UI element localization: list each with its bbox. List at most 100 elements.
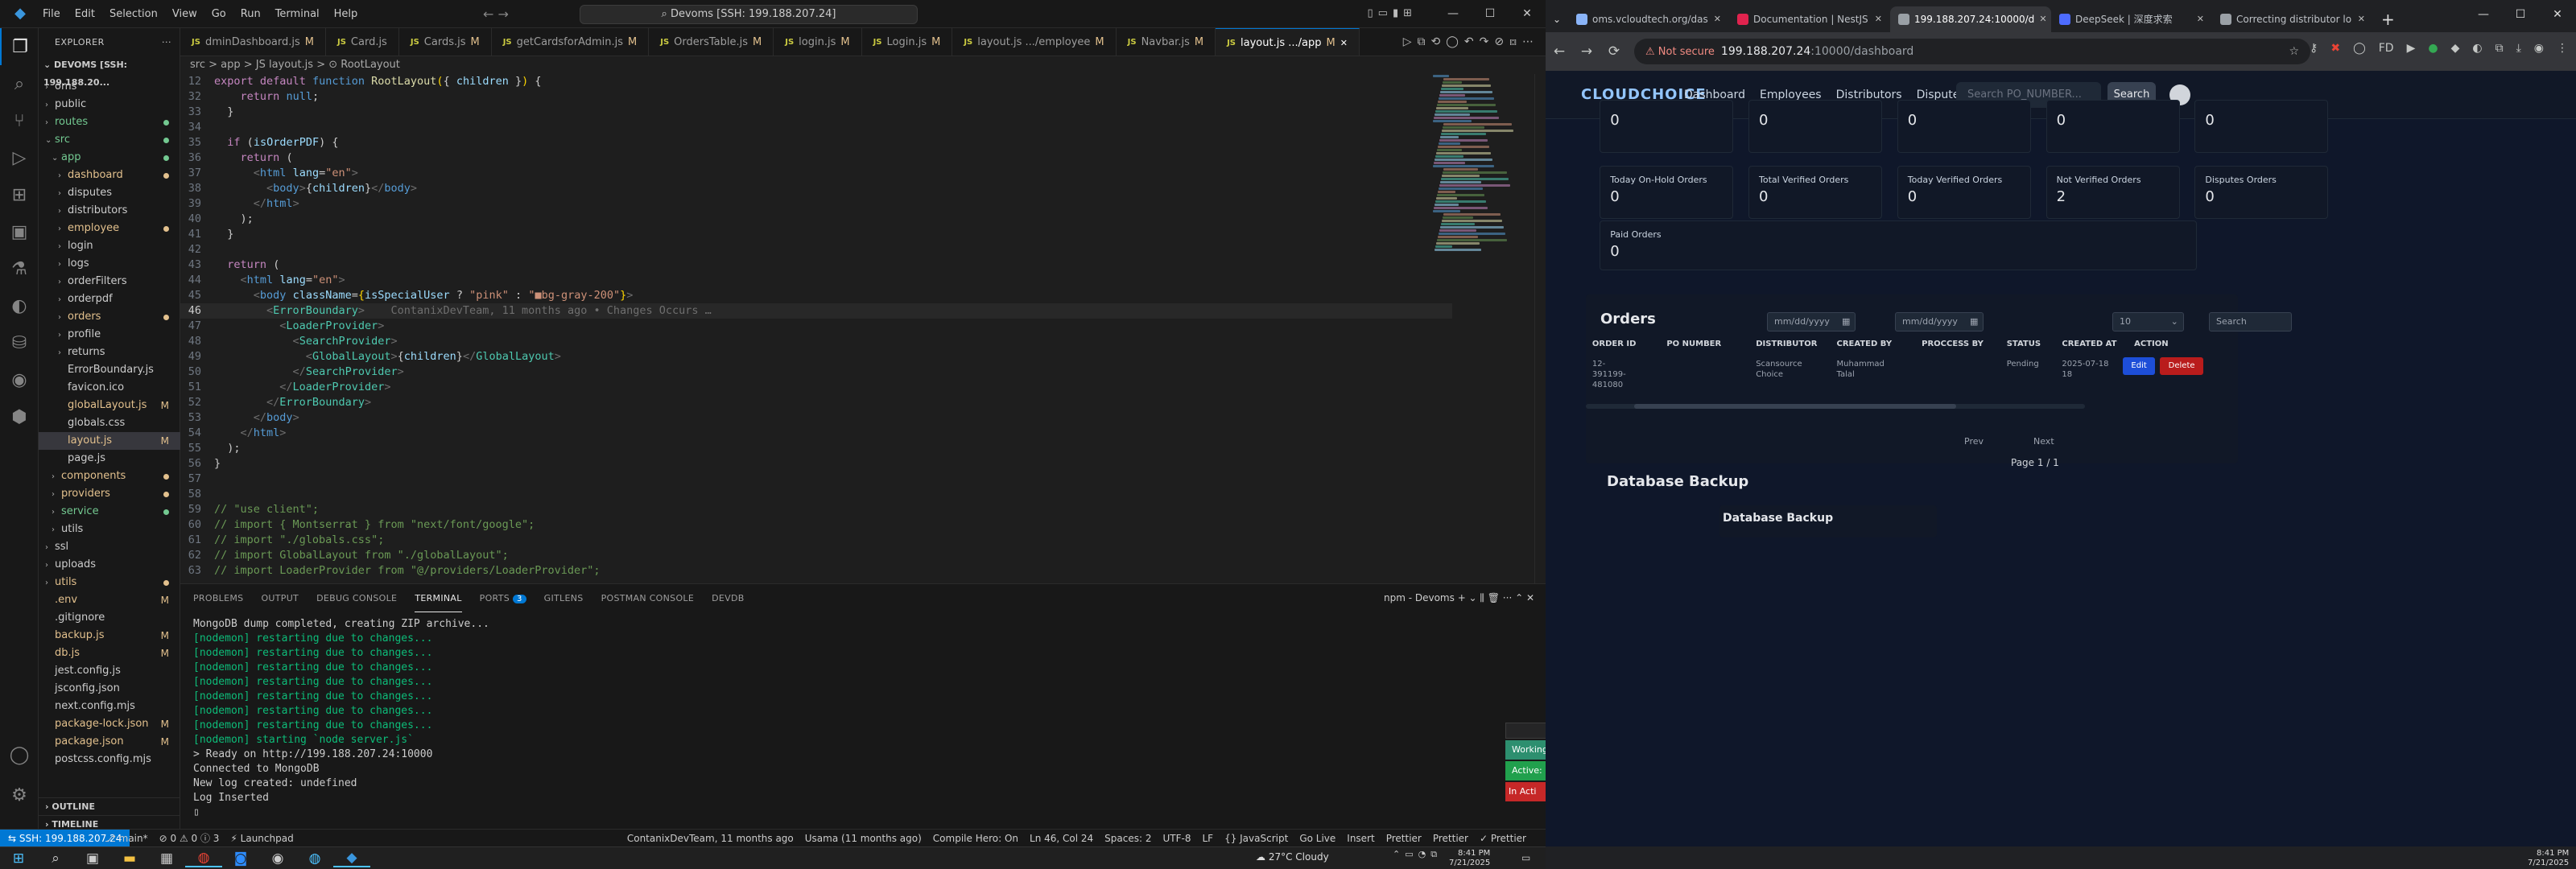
- chrome-icon[interactable]: ◍: [185, 850, 222, 867]
- editor-tab[interactable]: JS OrdersTable.js M: [649, 28, 774, 56]
- folder-item[interactable]: › returns: [39, 344, 180, 361]
- folder-item[interactable]: › dashboard: [39, 167, 180, 184]
- code-line[interactable]: 50 </SearchProvider>: [180, 364, 1452, 380]
- panel-tab[interactable]: DEVDB: [712, 584, 744, 612]
- status-item[interactable]: Spaces: 2: [1104, 833, 1151, 844]
- editor-tab[interactable]: JS dminDashboard.js M: [180, 28, 326, 56]
- browser-tab[interactable]: Correcting distributor lo ✕: [2212, 6, 2373, 32]
- editor-tab[interactable]: JS Cards.js M: [399, 28, 492, 56]
- editor-tab[interactable]: JS Login.js M: [862, 28, 953, 56]
- status-item[interactable]: ContanixDevTeam, 11 months ago: [627, 833, 794, 844]
- status-item[interactable]: Ln 46, Col 24: [1030, 833, 1093, 844]
- folder-item[interactable]: › login: [39, 237, 180, 255]
- code-line[interactable]: 55 );: [180, 441, 1452, 456]
- settings-gear-icon[interactable]: ⚙: [0, 776, 39, 813]
- menu-item[interactable]: Run: [241, 8, 261, 20]
- minimize-icon[interactable]: —: [2465, 0, 2502, 29]
- vscode-icon[interactable]: ◆: [333, 850, 370, 867]
- file-item[interactable]: globalLayout.js M: [39, 397, 180, 414]
- folder-item[interactable]: › oms: [39, 78, 180, 96]
- browser-tab[interactable]: Documentation | NestJS ✕: [1729, 6, 1890, 32]
- download-icon[interactable]: ⤓: [2516, 42, 2521, 55]
- orders-search-input[interactable]: Search: [2209, 312, 2293, 332]
- file-item[interactable]: .env M: [39, 591, 180, 609]
- editor-tab[interactable]: JS layout.js .../app M ✕: [1216, 28, 1360, 56]
- code-line[interactable]: 47 <LoaderProvider>: [180, 319, 1452, 334]
- column-header[interactable]: DISTRIBUTOR: [1756, 340, 1817, 348]
- file-item[interactable]: .gitignore: [39, 609, 180, 627]
- folder-item[interactable]: › disputes: [39, 184, 180, 202]
- clock-left[interactable]: 8:41 PM 7/21/2025: [1449, 849, 1490, 868]
- panel-tab[interactable]: GITLENS: [544, 584, 584, 612]
- store-icon[interactable]: ▦: [148, 850, 185, 867]
- terminal-actions[interactable]: npm - Devoms + ⌄ ⫼ 🗑 ··· ⌃ ✕: [1384, 584, 1534, 612]
- calendar-icon[interactable]: ▦: [1970, 313, 1978, 331]
- app-icon[interactable]: ◉: [259, 850, 296, 867]
- database-icon[interactable]: ⛁: [0, 324, 39, 361]
- code-line[interactable]: 59 // "use client";: [180, 502, 1452, 517]
- not-secure-badge[interactable]: ⚠ Not secure: [1645, 46, 1715, 58]
- extension-icon[interactable]: ●: [2428, 42, 2438, 55]
- extensions-icon[interactable]: ⊞: [0, 176, 39, 213]
- file-item[interactable]: backup.js M: [39, 627, 180, 645]
- file-item[interactable]: ErrorBoundary.js: [39, 361, 180, 379]
- close-icon[interactable]: ✕: [2539, 0, 2576, 29]
- editor-scrollbar[interactable]: [1534, 74, 1546, 583]
- file-item[interactable]: next.config.mjs: [39, 698, 180, 715]
- run-debug-icon[interactable]: ▷: [0, 139, 39, 176]
- menu-item[interactable]: Help: [334, 8, 358, 20]
- file-item[interactable]: favicon.ico: [39, 379, 180, 397]
- forward-icon[interactable]: →: [1573, 43, 1600, 60]
- editor-actions[interactable]: ▷⧉⟲◯↶↷⊘⧈⋯: [1397, 28, 1539, 56]
- code-line[interactable]: 36 return (: [180, 150, 1452, 166]
- code-line[interactable]: 61 // import "./globals.css";: [180, 533, 1452, 548]
- terminal-name[interactable]: npm - Devoms: [1384, 592, 1455, 603]
- folder-item[interactable]: › orderFilters: [39, 273, 180, 290]
- status-item[interactable]: UTF-8: [1162, 833, 1191, 844]
- column-header[interactable]: PO NUMBER: [1666, 340, 1721, 348]
- code-line[interactable]: 53 </body>: [180, 410, 1452, 426]
- clock-right[interactable]: 8:41 PM 7/21/2025: [2528, 849, 2569, 868]
- status-item[interactable]: Prettier: [1433, 833, 1468, 844]
- folder-item[interactable]: › distributors: [39, 202, 180, 220]
- layout-toggle-icons[interactable]: ▯▭▮⊞: [1368, 7, 1417, 19]
- folder-item[interactable]: › service: [39, 503, 180, 521]
- code-line[interactable]: 43 return (: [180, 257, 1452, 273]
- folder-item[interactable]: › orderpdf: [39, 290, 180, 308]
- file-item[interactable]: package.json M: [39, 733, 180, 751]
- weather-widget[interactable]: ☁ 27°C Cloudy: [1256, 851, 1329, 863]
- code-line[interactable]: 48 <SearchProvider>: [180, 334, 1452, 349]
- tab-search-icon[interactable]: ⌄: [1546, 6, 1568, 32]
- status-item[interactable]: ⊘ 0 ⚠ 0 ⓘ 3: [159, 833, 220, 844]
- folder-item[interactable]: ⌄ src: [39, 131, 180, 149]
- status-item[interactable]: ⎇ main*: [105, 833, 148, 844]
- code-line[interactable]: 57: [180, 472, 1452, 487]
- edit-button[interactable]: Edit: [2123, 357, 2156, 375]
- menu-item[interactable]: File: [43, 8, 60, 20]
- column-header[interactable]: ORDER ID: [1592, 340, 1637, 348]
- search-icon[interactable]: ⌕: [37, 850, 74, 867]
- editor-tab[interactable]: JS Navbar.js M: [1117, 28, 1216, 56]
- folder-item[interactable]: › orders: [39, 308, 180, 326]
- prev-button[interactable]: Prev: [1964, 436, 1984, 447]
- column-header[interactable]: CREATED AT: [2062, 340, 2116, 348]
- menu-kebab-icon[interactable]: ⋮: [2557, 42, 2568, 55]
- extension-icon[interactable]: ▶: [2407, 42, 2416, 55]
- extension-icon[interactable]: ◐: [2472, 42, 2482, 55]
- browser-tab[interactable]: oms.vcloudtech.org/das ✕: [1568, 6, 1729, 32]
- file-item[interactable]: postcss.config.mjs: [39, 751, 180, 768]
- folder-item[interactable]: › employee: [39, 220, 180, 237]
- close-tab-icon[interactable]: ✕: [2197, 6, 2204, 32]
- profile-avatar[interactable]: ◉: [2534, 42, 2544, 55]
- code-line[interactable]: 37 <html lang="en">: [180, 166, 1452, 181]
- status-item[interactable]: Insert: [1347, 833, 1374, 844]
- code-line[interactable]: 44 <html lang="en">: [180, 273, 1452, 288]
- file-item[interactable]: jest.config.js: [39, 662, 180, 680]
- chevron-down-icon[interactable]: ⌄: [43, 60, 54, 70]
- file-item[interactable]: jsconfig.json: [39, 680, 180, 698]
- panel-tab[interactable]: TERMINAL: [415, 584, 462, 612]
- column-header[interactable]: CREATED BY: [1837, 340, 1893, 348]
- panel-tab[interactable]: PROBLEMS: [193, 584, 243, 612]
- extension-icon[interactable]: ⚷: [2310, 42, 2318, 55]
- status-item[interactable]: Compile Hero: On: [933, 833, 1018, 844]
